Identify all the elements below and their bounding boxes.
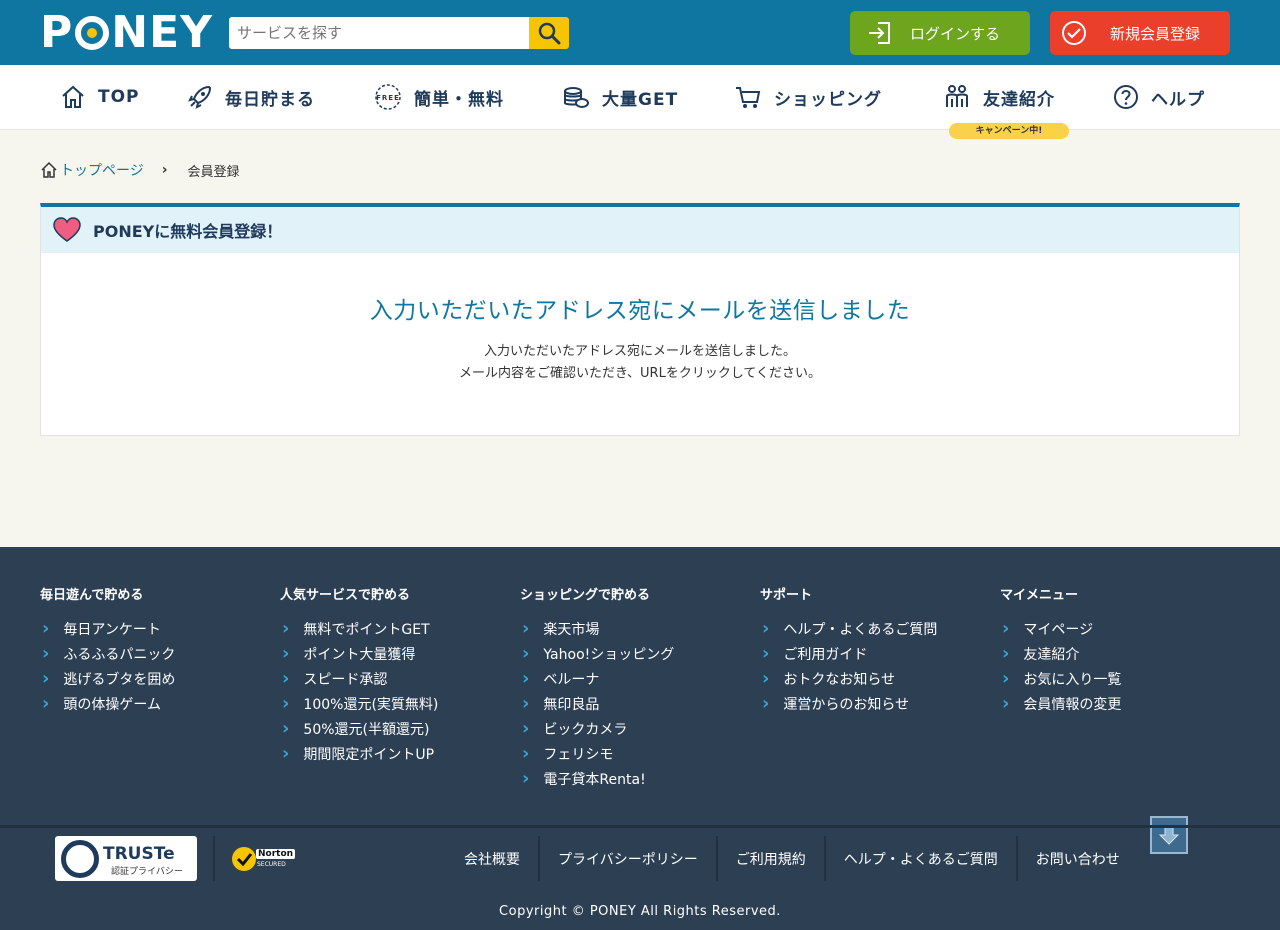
coins-icon — [564, 87, 589, 108]
search-box — [229, 17, 569, 49]
footer-link[interactable]: 100%還元(実質無料) — [280, 691, 438, 716]
footer-link[interactable]: 電子貸本Renta! — [520, 766, 674, 791]
nav-item-top[interactable]: TOP — [60, 65, 140, 129]
search-button[interactable] — [529, 17, 569, 49]
page-top-button[interactable] — [1150, 816, 1188, 854]
svg-text:FREE: FREE — [376, 94, 400, 102]
footer-link[interactable]: ベルーナ — [520, 666, 674, 691]
faq-link[interactable]: ヘルプ・よくあるご質問 — [826, 836, 1018, 881]
breadcrumb: トップページ › 会員登録 — [40, 160, 240, 180]
footer-link[interactable]: 頭の体操ゲーム — [40, 691, 175, 716]
footer-link[interactable]: ご利用ガイド — [760, 641, 937, 666]
main-nav: TOP 毎日貯まる FREE 簡単・無料 大量GET ショッピング 友達紹介 ヘ… — [0, 65, 1280, 130]
search-icon — [538, 22, 561, 45]
login-label: ログインする — [910, 24, 1001, 43]
header: PNEY ログインする 新規会員登録 — [0, 0, 1280, 65]
nav-item-daily[interactable]: 毎日貯まる — [187, 65, 315, 129]
footer-link[interactable]: 逃げるブタを囲め — [40, 666, 175, 691]
footer-link[interactable]: 期間限定ポイントUP — [280, 741, 438, 766]
friends-icon — [946, 85, 968, 107]
rocket-icon — [188, 85, 212, 109]
cart-icon — [736, 87, 761, 108]
breadcrumb-current: 会員登録 — [187, 164, 240, 180]
footer-link[interactable]: お気に入り一覧 — [1000, 666, 1121, 691]
campaign-badge: キャンペーン中! — [949, 123, 1069, 139]
contact-link[interactable]: お問い合わせ — [1018, 836, 1138, 881]
home-icon — [41, 161, 57, 178]
footer-link[interactable]: 楽天市場 — [520, 616, 674, 641]
footer-column-services: 人気サービスで貯める 無料でポイントGET ポイント大量獲得 スピード承認 10… — [280, 584, 438, 766]
login-icon — [850, 19, 910, 47]
footer-link[interactable]: おトクなお知らせ — [760, 666, 937, 691]
nav-item-free[interactable]: FREE 簡単・無料 — [374, 65, 504, 129]
signup-button[interactable]: 新規会員登録 — [1050, 11, 1230, 55]
footer-link[interactable]: ヘルプ・よくあるご質問 — [760, 616, 937, 641]
heart-icon — [53, 217, 81, 242]
panel-header: PONEYに無料会員登録！ — [41, 207, 1239, 253]
copyright: Copyright © PONEY All Rights Reserved. — [499, 904, 781, 919]
breadcrumb-home-link[interactable]: トップページ — [40, 160, 144, 180]
footer-link[interactable]: ポイント大量獲得 — [280, 641, 438, 666]
footer-link[interactable]: スピード承認 — [280, 666, 438, 691]
help-icon — [1114, 85, 1138, 109]
search-input[interactable] — [229, 17, 529, 49]
truste-seal[interactable]: TRUSTe 認証プライバシー — [55, 836, 197, 881]
footer-link[interactable]: ビックカメラ — [520, 716, 674, 741]
footer-link[interactable]: 無印良品 — [520, 691, 674, 716]
footer-link[interactable]: 会員情報の変更 — [1000, 691, 1121, 716]
footer-link[interactable]: フェリシモ — [520, 741, 674, 766]
nav-item-shopping[interactable]: ショッピング — [734, 65, 882, 129]
footer-link[interactable]: 運営からのお知らせ — [760, 691, 937, 716]
nav-item-invite[interactable]: 友達紹介 — [943, 65, 1055, 129]
confirmation-title: 入力いただいたアドレス宛にメールを送信しました — [369, 298, 911, 324]
footer-link[interactable]: マイページ — [1000, 616, 1121, 641]
free-icon: FREE — [375, 84, 401, 110]
footer-column-support: サポート ヘルプ・よくあるご質問 ご利用ガイド おトクなお知らせ 運営からのお知… — [760, 584, 937, 716]
seal-divider — [213, 836, 215, 881]
company-link[interactable]: 会社概要 — [446, 836, 540, 881]
nav-item-bulk[interactable]: 大量GET — [562, 65, 678, 129]
signup-label: 新規会員登録 — [1110, 24, 1201, 43]
footer-bottom-links: 会社概要 プライバシーポリシー ご利用規約 ヘルプ・よくあるご質問 お問い合わせ — [446, 836, 1138, 881]
panel-heading: PONEYに無料会員登録！ — [93, 222, 283, 241]
footer-column-mymenu: マイメニュー マイページ 友達紹介 お気に入り一覧 会員情報の変更 — [1000, 584, 1121, 716]
truste-e-icon — [61, 840, 99, 878]
poney-logo[interactable]: P NEY — [40, 11, 213, 55]
check-circle-icon — [1050, 19, 1098, 47]
nav-item-help[interactable]: ヘルプ — [1113, 65, 1205, 129]
logo-o-mark — [75, 16, 110, 50]
login-button[interactable]: ログインする — [850, 11, 1030, 55]
registration-panel: PONEYに無料会員登録！ 入力いただいたアドレス宛にメールを送信しました 入力… — [40, 203, 1240, 436]
norton-check-icon — [232, 847, 256, 871]
footer: 毎日遊んで貯める 毎日アンケート ふるふるパニック 逃げるブタを囲め 頭の体操ゲ… — [0, 547, 1280, 930]
privacy-link[interactable]: プライバシーポリシー — [540, 836, 718, 881]
footer-link[interactable]: Yahoo!ショッピング — [520, 641, 674, 666]
home-icon — [62, 85, 84, 108]
footer-link[interactable]: 友達紹介 — [1000, 641, 1121, 666]
footer-link[interactable]: 50%還元(半額還元) — [280, 716, 438, 741]
confirmation-message: 入力いただいたアドレス宛にメールを送信しました。 メール内容をご確認いただき、U… — [458, 344, 822, 381]
footer-link[interactable]: ふるふるパニック — [40, 641, 175, 666]
footer-divider — [0, 825, 1280, 828]
footer-column-shopping: ショッピングで貯める 楽天市場 Yahoo!ショッピング ベルーナ 無印良品 ビ… — [520, 584, 674, 791]
footer-link[interactable]: 無料でポイントGET — [280, 616, 438, 641]
norton-seal[interactable]: Norton SECURED — [230, 841, 296, 877]
footer-link[interactable]: 毎日アンケート — [40, 616, 175, 641]
footer-column-games: 毎日遊んで貯める 毎日アンケート ふるふるパニック 逃げるブタを囲め 頭の体操ゲ… — [40, 584, 175, 716]
chevron-right-icon: › — [161, 162, 168, 178]
terms-link[interactable]: ご利用規約 — [718, 836, 826, 881]
